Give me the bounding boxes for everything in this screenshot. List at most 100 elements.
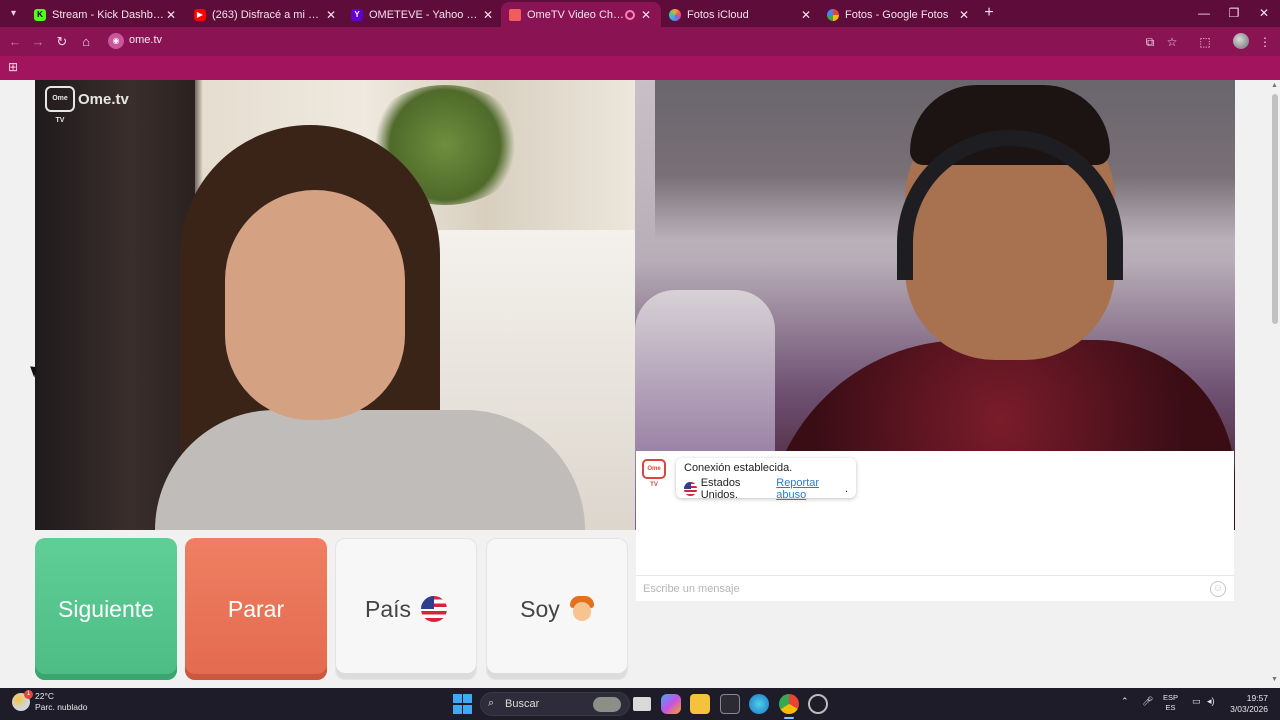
country-button-label: País — [364, 595, 412, 622]
scroll-down-arrow-icon[interactable]: ▼ — [1271, 676, 1278, 683]
chrome-active-indicator — [784, 717, 794, 719]
microsoft-store-icon[interactable] — [720, 694, 740, 714]
clock-date: 3/03/2026 — [1230, 704, 1268, 714]
tab-ometv[interactable]: OmeTV Video Chat — Ome ✕ — [501, 2, 661, 27]
restore-icon[interactable]: ❐ — [1219, 4, 1249, 22]
message-bar: ☺ — [636, 575, 1234, 601]
back-arrow-icon[interactable]: ← — [6, 33, 24, 51]
taskbar-search[interactable]: ⌕ Buscar — [480, 692, 630, 716]
bookmarks-bar: ⊞ — [0, 56, 1280, 80]
install-app-icon[interactable]: ⧉ — [1141, 33, 1159, 51]
yahoo-icon: Y — [351, 8, 363, 21]
tab-title: Fotos - Google Fotos — [845, 8, 949, 21]
weather-condition: Parc. nublado — [35, 702, 88, 712]
forward-arrow-icon[interactable]: → — [29, 33, 47, 51]
reload-icon[interactable]: ↻ — [53, 33, 71, 51]
report-suffix: . — [844, 483, 848, 495]
tab-youtube[interactable]: ▶ (263) Disfracé a mi amigo de M ✕ — [186, 2, 346, 27]
gender-button[interactable]: Soy — [486, 538, 628, 680]
kick-icon: K — [34, 8, 46, 21]
microphone-icon[interactable]: 🎤︎ — [1142, 696, 1153, 707]
task-view-icon[interactable] — [633, 697, 651, 711]
recording-indicator-icon — [625, 9, 635, 20]
next-button[interactable]: Siguiente — [35, 538, 177, 680]
language-bottom: ES — [1165, 703, 1176, 712]
minimize-icon[interactable]: — — [1189, 4, 1219, 22]
url-text[interactable]: ome.tv — [129, 34, 162, 46]
volume-icon[interactable]: ◂) — [1207, 696, 1215, 707]
page-scrollbar[interactable]: ▲ ▼ — [1270, 80, 1280, 688]
profile-avatar[interactable] — [1233, 33, 1249, 49]
gender-button-label: Soy — [520, 595, 560, 622]
icloud-photos-icon — [669, 8, 681, 21]
search-icon: ⌕ — [488, 697, 495, 709]
next-button-label: Siguiente — [58, 595, 154, 622]
emoji-icon[interactable]: ☺ — [1210, 581, 1226, 597]
country-button[interactable]: País — [335, 538, 477, 680]
message-input[interactable] — [643, 582, 1183, 596]
windows-taskbar: 1 22°C Parc. nublado ⌕ Buscar ⌃ 🎤︎ ESP E… — [0, 688, 1280, 720]
tab-search-chevron-icon[interactable]: ▾ — [5, 5, 22, 22]
close-icon[interactable]: ✕ — [639, 8, 653, 22]
address-bar[interactable]: ◉ ome.tv — [103, 30, 1163, 53]
tab-google-photos[interactable]: Fotos - Google Fotos ✕ — [819, 2, 979, 27]
tab-icloud-photos[interactable]: Fotos iCloud ✕ — [661, 2, 821, 27]
stop-button[interactable]: Parar — [185, 538, 327, 680]
bookmark-star-icon[interactable]: ☆ — [1163, 33, 1181, 51]
us-flag-icon — [684, 482, 697, 496]
clock-time: 19:57 — [1246, 693, 1268, 703]
temperature: 22°C — [35, 691, 54, 701]
partly-cloudy-icon: 1 — [12, 690, 33, 711]
new-tab-plus-icon[interactable]: + — [980, 4, 998, 22]
report-abuse-link[interactable]: Reportar abuso — [776, 477, 845, 501]
close-icon[interactable]: ✕ — [324, 8, 338, 22]
apps-grid-icon[interactable]: ⊞ — [8, 60, 22, 74]
ometv-logo: Ome TV Ome.tv — [45, 86, 129, 124]
ometv-logo-badge: Ome TV — [45, 86, 75, 124]
system-clock[interactable]: 19:57 3/03/2026 — [1222, 693, 1268, 715]
tab-title: OmeTV Video Chat — Ome — [527, 8, 625, 21]
youtube-icon: ▶ — [194, 8, 206, 21]
weather-widget[interactable]: 1 22°C Parc. nublado — [12, 690, 88, 713]
notification-badge: 1 — [24, 690, 33, 699]
scroll-up-arrow-icon[interactable]: ▲ — [1271, 82, 1278, 89]
tab-yahoo-search[interactable]: Y OMETEVE - Yahoo Search Tus r ✕ — [343, 2, 503, 27]
boy-avatar-icon — [569, 596, 594, 622]
tab-title: Stream - Kick Dashboard — [52, 8, 164, 21]
connection-status-text: Conexión establecida. — [684, 462, 793, 474]
home-icon[interactable]: ⌂ — [77, 33, 95, 51]
partner-country: Estados Unidos. — [700, 477, 741, 501]
tab-kick-dashboard[interactable]: K Stream - Kick Dashboard ✕ — [26, 2, 186, 27]
site-info-icon[interactable]: ◉ — [108, 33, 124, 49]
windows-start-icon[interactable] — [453, 694, 472, 714]
close-icon[interactable]: ✕ — [957, 8, 971, 22]
browser-toolbar: ← → ↻ ⌂ ◉ ome.tv ⧉ ☆ ⬚ ⋮ — [0, 27, 1280, 56]
close-icon[interactable]: ✕ — [799, 8, 813, 22]
network-icon[interactable]: ▭ — [1192, 696, 1201, 707]
scrollbar-thumb[interactable] — [1272, 94, 1278, 324]
obs-icon[interactable] — [808, 694, 828, 714]
edge-icon[interactable] — [749, 694, 769, 714]
copilot-icon[interactable] — [661, 694, 681, 714]
close-icon[interactable]: ✕ — [481, 8, 495, 22]
extensions-icon[interactable]: ⬚ — [1196, 33, 1214, 51]
local-video-feed: Ome TV Ome.tv — [35, 80, 635, 530]
language-top: ESP — [1163, 693, 1179, 702]
ometv-chat-logo-icon: Ome TV — [642, 459, 666, 488]
browser-tab-strip: ▾ K Stream - Kick Dashboard ✕ ▶ (263) Di… — [0, 0, 1280, 27]
language-indicator[interactable]: ESP ES — [1163, 693, 1178, 713]
system-message: Conexión establecida. Estados Unidos. Re… — [676, 458, 856, 501]
file-explorer-icon[interactable] — [690, 694, 710, 714]
stop-button-label: Parar — [227, 595, 285, 622]
ometv-icon — [509, 8, 521, 21]
tab-title: OMETEVE - Yahoo Search Tus r — [369, 8, 481, 21]
ometv-logo-text: Ome.tv — [78, 90, 129, 108]
close-icon[interactable]: ✕ — [164, 8, 178, 22]
menu-kebab-icon[interactable]: ⋮ — [1256, 33, 1274, 51]
us-flag-icon — [421, 596, 448, 622]
tab-title: Fotos iCloud — [687, 8, 749, 21]
show-hidden-icons-chevron-icon[interactable]: ⌃ — [1121, 696, 1129, 707]
chrome-icon[interactable] — [779, 694, 799, 714]
window-close-icon[interactable]: ✕ — [1249, 4, 1279, 22]
taskbar-search-label: Buscar — [505, 698, 540, 710]
